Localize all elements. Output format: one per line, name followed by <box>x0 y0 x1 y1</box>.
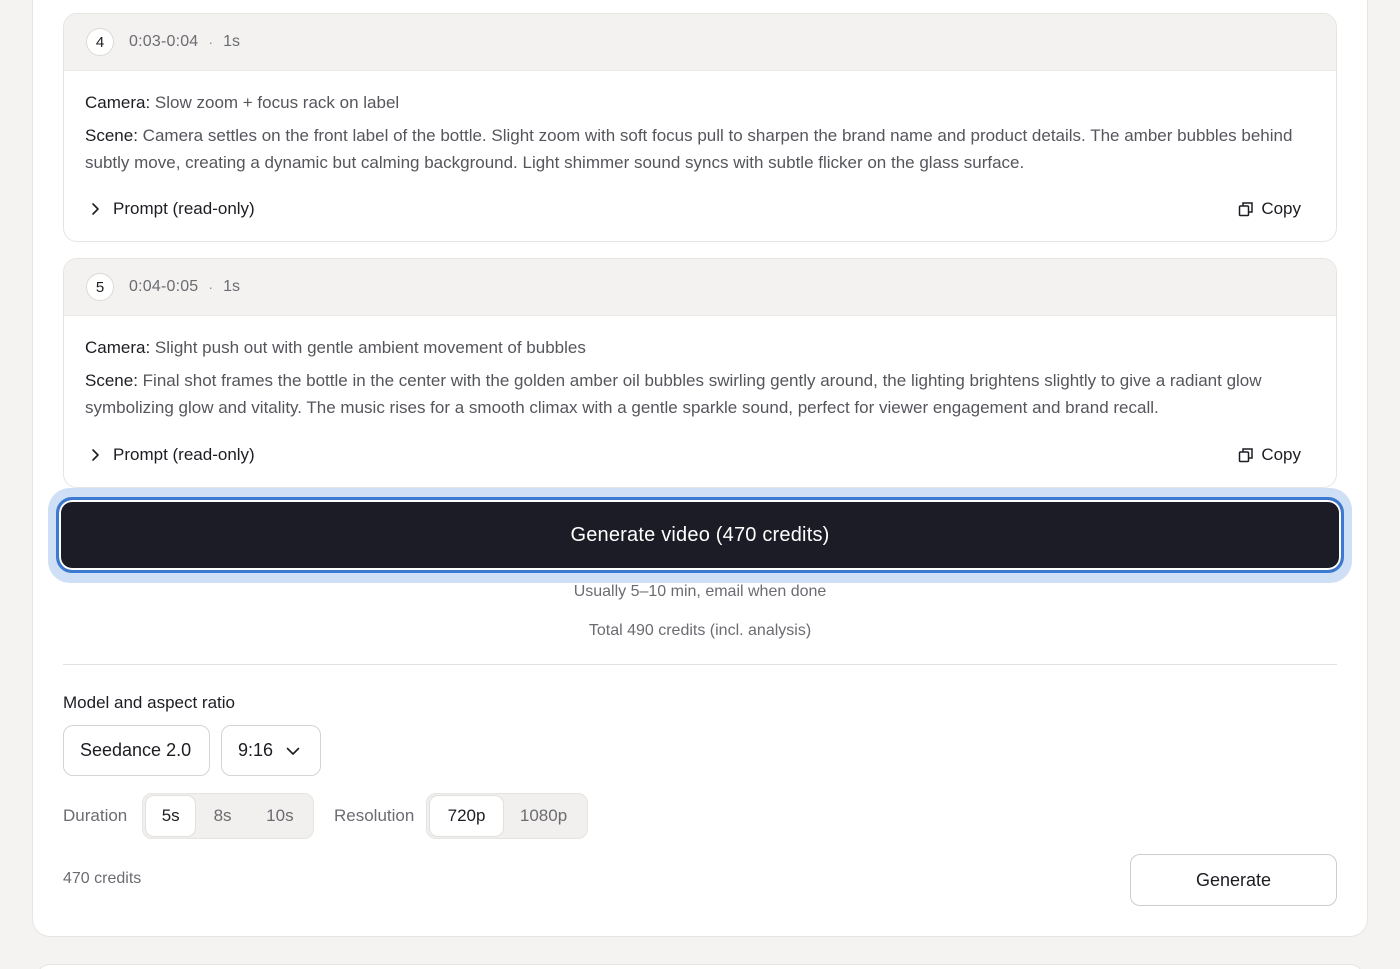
prompt-toggle-label: Prompt (read-only) <box>113 199 255 218</box>
model-value: Seedance 2.0 <box>80 740 192 760</box>
shot-header: 5 0:04-0:05 · 1s <box>64 259 1336 316</box>
shot-card: 4 0:03-0:04 · 1s Camera: Slow zoom + foc… <box>63 13 1337 242</box>
camera-text: Slight push out with gentle ambient move… <box>154 338 586 357</box>
shot-header: 4 0:03-0:04 · 1s <box>64 14 1336 71</box>
scene-label: Scene: <box>85 126 138 145</box>
shot-number-badge: 4 <box>86 28 114 56</box>
shot-camera: Camera: Slight push out with gentle ambi… <box>85 334 1315 361</box>
duration-option-8s[interactable]: 8s <box>195 796 249 836</box>
model-aspect-title: Model and aspect ratio <box>63 693 235 712</box>
chevron-right-icon <box>92 449 99 461</box>
copy-button[interactable]: Copy <box>1238 445 1301 465</box>
copy-button[interactable]: Copy <box>1238 199 1301 219</box>
shot-time-range: 0:03-0:04 <box>129 33 199 50</box>
prompt-toggle[interactable]: Prompt (read-only) <box>85 199 255 219</box>
camera-label: Camera: <box>85 338 151 357</box>
shot-camera: Camera: Slow zoom + focus rack on label <box>85 89 1315 116</box>
duration-label: Duration <box>63 806 128 825</box>
generate-video-button[interactable]: Generate video (470 credits) <box>56 497 1344 573</box>
duration-option-10s[interactable]: 10s <box>250 796 310 836</box>
copy-icon <box>1239 448 1254 463</box>
shot-body: Camera: Slight push out with gentle ambi… <box>64 316 1336 480</box>
shot-card: 5 0:04-0:05 · 1s Camera: Slight push out… <box>63 258 1337 488</box>
shot-time-range: 0:04-0:05 <box>129 278 199 295</box>
duration-segmented-control: 5s 8s 10s <box>142 793 314 839</box>
resolution-option-1080p[interactable]: 1080p <box>503 796 584 836</box>
shot-number-badge: 5 <box>86 273 114 301</box>
next-panel-edge <box>36 964 1364 969</box>
shot-scene: Scene: Camera settles on the front label… <box>85 122 1315 176</box>
chevron-down-icon <box>286 747 300 755</box>
generation-time-hint: Usually 5–10 min, email when done <box>573 583 827 600</box>
camera-label: Camera: <box>85 93 151 112</box>
resolution-segmented-control: 720p 1080p <box>426 793 588 839</box>
scene-label: Scene: <box>85 371 138 390</box>
prompt-row: Prompt (read-only) Copy <box>85 184 1315 234</box>
aspect-ratio-select[interactable]: 9:16 <box>221 725 321 776</box>
model-select[interactable]: Seedance 2.0 <box>63 725 210 776</box>
scene-text: Final shot frames the bottle in the cent… <box>85 371 1262 417</box>
scene-text: Camera settles on the front label of the… <box>85 126 1293 172</box>
shot-duration: 1s <box>223 278 240 295</box>
copy-label: Copy <box>1261 445 1301 464</box>
camera-text: Slow zoom + focus rack on label <box>154 93 400 112</box>
shot-separator: · <box>208 279 214 295</box>
chevron-right-icon <box>92 203 99 215</box>
resolution-option-720p[interactable]: 720p <box>430 796 504 836</box>
duration-option-5s[interactable]: 5s <box>146 796 196 836</box>
prompt-row: Prompt (read-only) Copy <box>85 430 1315 480</box>
shot-duration: 1s <box>223 33 240 50</box>
shot-separator: · <box>208 34 214 50</box>
section-divider <box>63 664 1337 665</box>
copy-label: Copy <box>1261 199 1301 218</box>
generate-button[interactable]: Generate <box>1130 854 1337 906</box>
total-credits-hint: Total 490 credits (incl. analysis) <box>588 622 812 639</box>
prompt-toggle-label: Prompt (read-only) <box>113 445 255 464</box>
prompt-toggle[interactable]: Prompt (read-only) <box>85 445 255 465</box>
copy-icon <box>1239 202 1254 217</box>
shot-body: Camera: Slow zoom + focus rack on label … <box>64 71 1336 234</box>
resolution-label: Resolution <box>334 806 415 825</box>
shot-scene: Scene: Final shot frames the bottle in t… <box>85 367 1315 421</box>
aspect-ratio-value: 9:16 <box>238 740 274 760</box>
credits-cost: 470 credits <box>63 870 142 887</box>
